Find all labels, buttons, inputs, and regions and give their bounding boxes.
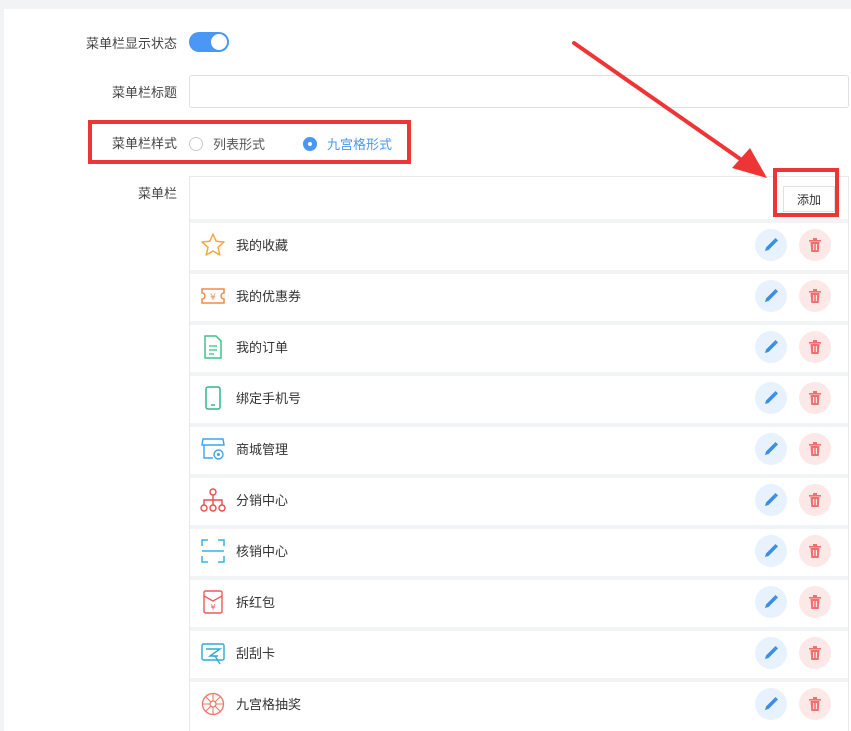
menu-item-name: 我的优惠券 bbox=[236, 290, 302, 305]
menu-item-name: 九宫格抽奖 bbox=[236, 698, 302, 713]
trash-icon bbox=[809, 340, 821, 354]
scan-icon bbox=[200, 538, 226, 564]
scratch-card-icon bbox=[200, 640, 226, 666]
delete-button[interactable] bbox=[799, 688, 831, 720]
delete-button[interactable] bbox=[799, 382, 831, 414]
trash-icon bbox=[809, 238, 821, 252]
pencil-icon bbox=[765, 340, 778, 353]
edit-button[interactable] bbox=[755, 382, 787, 414]
delete-button[interactable] bbox=[799, 586, 831, 618]
pencil-icon bbox=[765, 544, 778, 557]
red-envelope-icon: ¥ bbox=[200, 589, 226, 615]
list-item: ¥ 拆红包 bbox=[190, 576, 848, 623]
lottery-wheel-icon bbox=[200, 691, 226, 717]
pencil-icon bbox=[765, 697, 778, 710]
edit-button[interactable] bbox=[755, 331, 787, 363]
menu-item-name: 我的收藏 bbox=[236, 239, 289, 254]
trash-icon bbox=[809, 595, 821, 609]
distribution-icon bbox=[200, 487, 226, 513]
display-toggle[interactable] bbox=[189, 32, 229, 52]
toggle-knob bbox=[211, 34, 227, 50]
trash-icon bbox=[809, 697, 821, 711]
menu-item-name: 商城管理 bbox=[236, 443, 289, 458]
menu-item-name: 我的订单 bbox=[236, 341, 289, 356]
menu-item-name: 绑定手机号 bbox=[236, 392, 302, 407]
title-label: 菜单栏标题 bbox=[111, 85, 177, 101]
pencil-icon bbox=[765, 646, 778, 659]
list-item: 刮刮卡 bbox=[190, 627, 848, 674]
menu-item-name: 刮刮卡 bbox=[236, 647, 276, 662]
store-settings-icon bbox=[200, 436, 226, 462]
trash-icon bbox=[809, 646, 821, 660]
list-item: ¥ 我的优惠券 bbox=[190, 270, 848, 317]
order-icon bbox=[200, 334, 226, 360]
star-icon bbox=[200, 232, 226, 258]
edit-button[interactable] bbox=[755, 637, 787, 669]
coupon-icon: ¥ bbox=[200, 283, 226, 309]
list-item: 我的收藏 bbox=[190, 219, 848, 266]
list-item: 绑定手机号 bbox=[190, 372, 848, 419]
annotation-box-style bbox=[88, 120, 411, 164]
edit-button[interactable] bbox=[755, 280, 787, 312]
list-item: 我的订单 bbox=[190, 321, 848, 368]
title-row: 菜单栏标题 bbox=[4, 81, 177, 101]
phone-icon bbox=[200, 385, 226, 411]
list-item: 核销中心 bbox=[190, 525, 848, 572]
trash-icon bbox=[809, 544, 821, 558]
list-item: 九宫格抽奖 bbox=[190, 678, 848, 725]
menu-item-name: 分销中心 bbox=[236, 494, 289, 509]
svg-text:¥: ¥ bbox=[210, 603, 215, 612]
menu-item-name: 拆红包 bbox=[236, 596, 276, 611]
pencil-icon bbox=[765, 595, 778, 608]
delete-button[interactable] bbox=[799, 433, 831, 465]
delete-button[interactable] bbox=[799, 229, 831, 261]
edit-button[interactable] bbox=[755, 433, 787, 465]
edit-button[interactable] bbox=[755, 586, 787, 618]
pencil-icon bbox=[765, 289, 778, 302]
delete-button[interactable] bbox=[799, 535, 831, 567]
trash-icon bbox=[809, 493, 821, 507]
edit-button[interactable] bbox=[755, 229, 787, 261]
edit-button[interactable] bbox=[755, 535, 787, 567]
edit-button[interactable] bbox=[755, 688, 787, 720]
trash-icon bbox=[809, 391, 821, 405]
delete-button[interactable] bbox=[799, 331, 831, 363]
delete-button[interactable] bbox=[799, 484, 831, 516]
svg-text:¥: ¥ bbox=[210, 293, 216, 303]
title-input[interactable] bbox=[189, 75, 849, 108]
delete-button[interactable] bbox=[799, 280, 831, 312]
display-label: 菜单栏显示状态 bbox=[85, 36, 177, 52]
annotation-box-add bbox=[773, 168, 839, 217]
menu-item-name: 核销中心 bbox=[236, 545, 289, 560]
menu-row: 菜单栏 bbox=[4, 182, 177, 202]
pencil-icon bbox=[765, 493, 778, 506]
list-item: 商城管理 bbox=[190, 423, 848, 470]
display-row: 菜单栏显示状态 bbox=[4, 32, 177, 52]
menu-list: 添加 我的收藏 ¥ 我的优惠券我的订单绑定手机号商城管理分销中心核销中心 ¥ 拆红包刮刮… bbox=[189, 176, 849, 731]
menu-header: 添加 bbox=[190, 177, 848, 219]
menu-label: 菜单栏 bbox=[137, 186, 177, 202]
pencil-icon bbox=[765, 238, 778, 251]
pencil-icon bbox=[765, 442, 778, 455]
edit-button[interactable] bbox=[755, 484, 787, 516]
trash-icon bbox=[809, 442, 821, 456]
delete-button[interactable] bbox=[799, 637, 831, 669]
pencil-icon bbox=[765, 391, 778, 404]
list-item: 分销中心 bbox=[190, 474, 848, 521]
trash-icon bbox=[809, 289, 821, 303]
